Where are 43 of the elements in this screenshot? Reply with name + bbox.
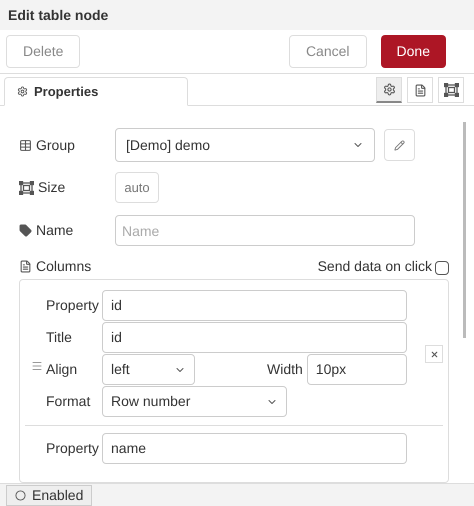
enabled-button[interactable]: Enabled [6,485,92,506]
gear-icon [17,86,28,97]
done-button[interactable]: Done [380,35,446,68]
input-field[interactable]: id [102,322,407,353]
remove-button[interactable] [425,345,443,363]
tag-icon [19,224,32,237]
window-title: Edit table node [8,6,108,24]
field-label: Size [38,178,66,197]
table-icon [19,138,32,152]
dialog-button[interactable]: Cancel [288,35,367,68]
side-tab[interactable] [438,77,464,103]
group-select[interactable]: [Demo] demo [115,128,375,162]
input-field[interactable]: 10px [306,354,407,385]
field-label: Name [36,221,74,240]
drag-handle-icon[interactable] [31,360,43,372]
frame-icon [19,180,34,194]
frame-icon [444,83,458,97]
field-label: Columns [36,256,92,276]
dialog-button[interactable]: Delete [6,35,80,68]
gear-icon [382,83,396,96]
input-field[interactable]: id [102,290,407,321]
select-field[interactable]: left [102,354,195,385]
field-label: Group [36,136,75,155]
send-data-checkbox[interactable] [435,261,449,275]
side-tab[interactable] [407,77,433,103]
select-field[interactable]: Row number [102,386,287,417]
document-icon [414,84,426,96]
input-field[interactable]: name [102,433,407,464]
field-label: Width [267,360,303,379]
edit-button[interactable] [384,129,415,161]
pencil-icon [394,140,405,150]
field-label: Property [46,439,100,458]
field-label: Title [46,328,73,347]
size-button[interactable]: auto [115,172,159,203]
name-field[interactable]: Name [115,215,415,246]
send-data-label: Send data on click [318,256,432,276]
field-label: Format [46,392,92,411]
field-label: Align [46,360,78,379]
side-tab[interactable] [376,77,402,103]
field-label: Property [46,296,100,315]
close-icon [430,350,438,358]
properties-tab[interactable]: Properties [4,77,188,106]
circle-icon [15,490,26,501]
